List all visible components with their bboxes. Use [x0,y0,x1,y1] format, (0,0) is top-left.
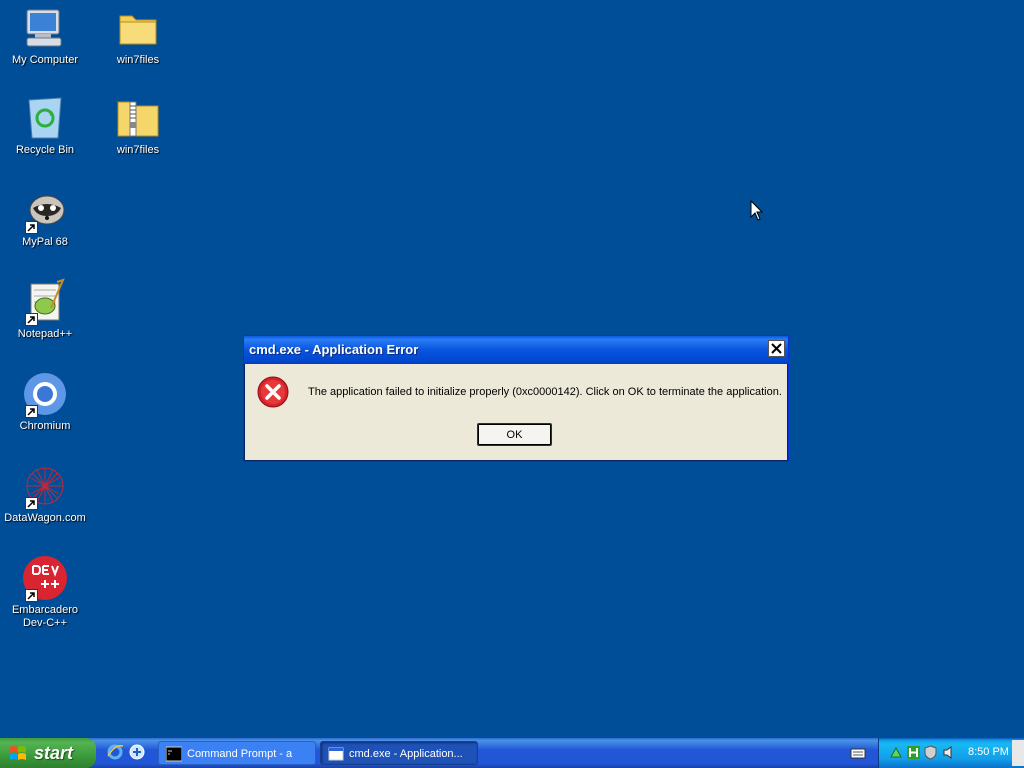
recycle-bin-icon [21,94,69,142]
desktop-icon-label: Notepad++ [17,328,73,340]
desktop-icon-mypal[interactable]: MyPal 68 [0,186,90,249]
clock[interactable]: 8:50 PM [968,746,1009,758]
desktop-icon-win7files-zip[interactable]: win7files [93,94,183,157]
chromium-icon [21,370,69,418]
h-app-icon[interactable] [906,745,921,760]
mouse-cursor-icon [750,199,764,222]
datawagon-icon [21,462,69,510]
scrollbar-stub [1012,740,1024,766]
shortcut-arrow-icon [25,313,38,326]
ie-icon[interactable] [106,743,124,761]
system-tray: 8:50 PM [878,738,1024,768]
quick-launch [106,743,146,761]
desktop-icon-notepadpp[interactable]: Notepad++ [0,278,90,341]
error-message: The application failed to initialize pro… [308,386,782,398]
shortcut-arrow-icon [25,405,38,418]
desktop-icon-label: Embarcadero Dev-C++ [11,604,79,629]
application-error-dialog: cmd.exe - Application Error The applicat… [243,335,789,462]
start-button[interactable]: start [0,738,96,768]
taskbar-button-app-error[interactable]: cmd.exe - Application... [320,741,478,765]
my-computer-icon [21,4,69,52]
ok-button[interactable]: OK [477,423,552,446]
taskbar-button-command-prompt[interactable]: Command Prompt - a [158,741,316,765]
keyboard-icon[interactable] [850,746,866,760]
taskbar: start Command Prompt - a cmd.exe - Appli… [0,738,1024,768]
windows-flag-icon [10,746,26,760]
zip-folder-icon [114,94,162,142]
desktop-icon-label: Recycle Bin [15,144,75,156]
start-label: start [34,742,74,763]
devcpp-icon [21,554,69,602]
desktop-icon-recycle-bin[interactable]: Recycle Bin [0,94,90,157]
browser-icon[interactable] [128,743,146,761]
desktop-icon-label: My Computer [11,54,79,66]
desktop-icon-label: Chromium [19,420,71,432]
desktop-icon-label: win7files [116,144,160,156]
dialog-title: cmd.exe - Application Error [249,342,419,357]
desktop-icon-label: DataWagon.com [4,512,86,524]
shortcut-arrow-icon [25,497,38,510]
desktop-icon-datawagon[interactable]: DataWagon.com [0,462,90,525]
desktop-icon-my-computer[interactable]: My Computer [0,4,90,67]
mypal-raccoon-icon [21,186,69,234]
dialog-body: The application failed to initialize pro… [244,364,788,460]
window-icon [328,746,344,762]
task-label: cmd.exe - Application... [349,748,463,760]
desktop-icon-label: MyPal 68 [22,236,68,248]
close-icon [771,343,782,354]
close-button[interactable] [768,340,785,357]
shortcut-arrow-icon [25,589,38,602]
desktop-icon-devcpp[interactable]: Embarcadero Dev-C++ [0,554,90,630]
error-icon [257,376,289,408]
network-icon[interactable] [889,745,904,760]
cmd-icon [165,746,183,762]
desktop-icon-chromium[interactable]: Chromium [0,370,90,433]
dialog-titlebar[interactable]: cmd.exe - Application Error [244,336,788,364]
notepadpp-icon [21,278,69,326]
speaker-icon[interactable] [942,745,957,760]
task-label: Command Prompt - a [187,748,293,760]
shortcut-arrow-icon [25,221,38,234]
desktop-icon-win7files-folder[interactable]: win7files [93,4,183,67]
desktop-icon-label: win7files [116,54,160,66]
shield-icon[interactable] [923,745,938,760]
folder-icon [114,4,162,52]
